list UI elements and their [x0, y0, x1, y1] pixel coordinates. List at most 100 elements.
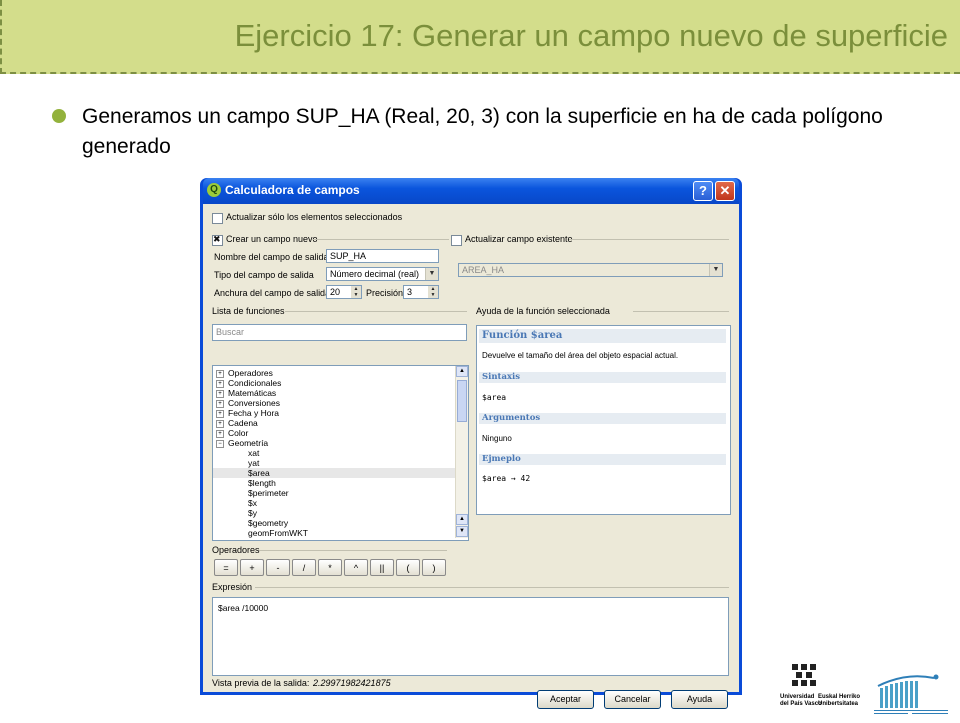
dialog-title: Calculadora de campos [225, 183, 360, 197]
scroll-down-icon[interactable]: ▲ [456, 514, 468, 525]
tree-function-item[interactable]: geomFromWKT [213, 528, 468, 538]
only-selected-checkbox[interactable] [212, 213, 223, 224]
upv-ehu-logo: Universidad del País Vasco Euskal Herriko… [780, 662, 860, 714]
tree-function-item[interactable]: xat [213, 448, 468, 458]
group-line [285, 311, 467, 312]
operator-power-button[interactable]: ^ [344, 559, 368, 576]
help-arguments-heading: Argumentos [479, 413, 726, 424]
help-example: $area → 42 [482, 474, 531, 483]
scroll-thumb[interactable] [457, 380, 467, 422]
create-new-field-checkbox[interactable] [212, 234, 223, 246]
expand-icon: + [216, 409, 224, 418]
group-line [313, 239, 449, 240]
tree-function-item[interactable]: $geometry [213, 518, 468, 528]
scroll-up-icon[interactable]: ▲ [456, 366, 468, 377]
function-help-panel: Función $area Devuelve el tamaño del áre… [476, 325, 731, 515]
expand-icon: + [216, 399, 224, 408]
preview-value: 2.29971982421875 [313, 678, 391, 688]
tree-function-item[interactable]: $length [213, 478, 468, 488]
operator-plus-button[interactable]: + [240, 559, 264, 576]
expand-icon: + [216, 389, 224, 398]
tree-group-item[interactable]: + Condicionales [213, 378, 456, 388]
tree-group-item[interactable]: − Geometría [213, 438, 456, 448]
expand-icon: + [216, 379, 224, 388]
bullet-text: Generamos un campo SUP_HA (Real, 20, 3) … [82, 105, 883, 158]
only-selected-label: Actualizar sólo los elementos selecciona… [226, 212, 403, 222]
dialog-body: Actualizar sólo los elementos selecciona… [203, 204, 739, 709]
header-border [0, 0, 2, 74]
title-close-button[interactable]: ✕ [715, 181, 735, 201]
expression-textarea[interactable]: $area /10000 [212, 597, 729, 676]
spin-arrows-icon[interactable]: ▲ ▼ [351, 286, 361, 298]
precision-spinbox[interactable]: 3 ▲ ▼ [403, 285, 439, 299]
operator-minus-button[interactable]: - [266, 559, 290, 576]
functions-label: Lista de funciones [212, 306, 285, 316]
function-tree-scrollbar[interactable]: ▲ ▲ ▼ [455, 366, 468, 538]
tree-group-item[interactable]: + Matemáticas [213, 388, 456, 398]
function-help-label: Ayuda de la función seleccionada [476, 306, 610, 316]
help-syntax-heading: Sintaxis [479, 372, 726, 383]
help-syntax: $area [482, 393, 507, 402]
output-type-select[interactable]: Número decimal (real) ▼ [326, 267, 439, 281]
upv-caption-eu: Euskal Herriko Unibertsitatea [818, 694, 861, 707]
expand-icon: + [216, 419, 224, 428]
expression-label: Expresión [212, 582, 253, 592]
operator-concat-button[interactable]: || [370, 559, 394, 576]
output-type-label: Tipo del campo de salida [214, 270, 314, 280]
title-help-button[interactable]: ? [693, 181, 713, 201]
operator-multiply-button[interactable]: * [318, 559, 342, 576]
help-description: Devuelve el tamaño del área del objeto e… [482, 351, 679, 360]
operators-label: Operadores [212, 545, 260, 555]
tree-function-item[interactable]: $perimeter [213, 488, 468, 498]
tree-group-item[interactable]: + Fecha y Hora [213, 408, 456, 418]
group-line [633, 311, 729, 312]
collapse-icon: − [216, 439, 224, 448]
spin-arrows-icon[interactable]: ▲ ▼ [428, 286, 438, 298]
field-calculator-dialog: Q Calculadora de campos ? ✕ Actualizar s… [200, 178, 742, 709]
tree-function-item-selected[interactable]: $area [213, 468, 468, 478]
output-width-spinbox[interactable]: 20 ▲ ▼ [326, 285, 362, 299]
precision-value: 3 [407, 287, 413, 297]
group-line [569, 239, 729, 240]
expand-icon: + [216, 369, 224, 378]
help-example-heading: Ejmeplo [479, 454, 726, 465]
scroll-down-icon[interactable]: ▼ [456, 526, 468, 537]
help-button[interactable]: Ayuda [671, 690, 728, 709]
function-tree[interactable]: + Operadores + Condicionales + Matemáticas … [212, 365, 469, 541]
output-width-value: 20 [330, 287, 341, 297]
tree-group-item[interactable]: + Cadena [213, 418, 456, 428]
slide-header: Ejercicio 17: Generar un campo nuevo de … [0, 0, 960, 74]
bullet-dot [52, 109, 66, 123]
operator-divide-button[interactable]: / [292, 559, 316, 576]
upv-ehu-emblem-icon [792, 664, 816, 686]
upv-caption-es: Universidad del País Vasco [780, 694, 822, 707]
output-type-value: Número decimal (real) [330, 269, 420, 279]
cancel-button[interactable]: Cancelar [604, 690, 661, 709]
existing-field-value: AREA_HA [462, 265, 505, 275]
dropdown-arrow-icon: ▼ [709, 264, 722, 276]
qgis-icon: Q [207, 183, 221, 197]
operator-close-paren-button[interactable]: ) [422, 559, 446, 576]
create-new-field-label: Crear un campo nuevo [226, 234, 318, 244]
tree-function-item[interactable]: yat [213, 458, 468, 468]
tree-group-item[interactable]: + Color [213, 428, 456, 438]
expression-text: $area /10000 [218, 603, 269, 613]
output-name-input[interactable]: SUP_HA [326, 249, 439, 263]
operator-open-paren-button[interactable]: ( [396, 559, 420, 576]
tree-group-item[interactable]: + Conversiones [213, 398, 456, 408]
tree-group-item[interactable]: + Operadores [213, 368, 456, 378]
operator-equals-button[interactable]: = [214, 559, 238, 576]
tree-function-item[interactable]: $y [213, 508, 468, 518]
help-function-title: Función $area [479, 329, 726, 343]
help-arguments: Ninguno [482, 434, 512, 443]
update-existing-label: Actualizar campo existente [465, 234, 573, 244]
dialog-titlebar[interactable]: Q Calculadora de campos ? ✕ [203, 178, 739, 204]
function-search-input[interactable]: Buscar [212, 324, 467, 341]
existing-field-select[interactable]: AREA_HA ▼ [458, 263, 723, 277]
ok-button[interactable]: Aceptar [537, 690, 594, 709]
search-placeholder: Buscar [216, 327, 245, 337]
escuela-ingenieria-logo [866, 668, 956, 718]
tree-function-item[interactable]: $x [213, 498, 468, 508]
update-existing-checkbox[interactable] [451, 235, 462, 246]
output-width-label: Anchura del campo de salida [214, 288, 331, 298]
